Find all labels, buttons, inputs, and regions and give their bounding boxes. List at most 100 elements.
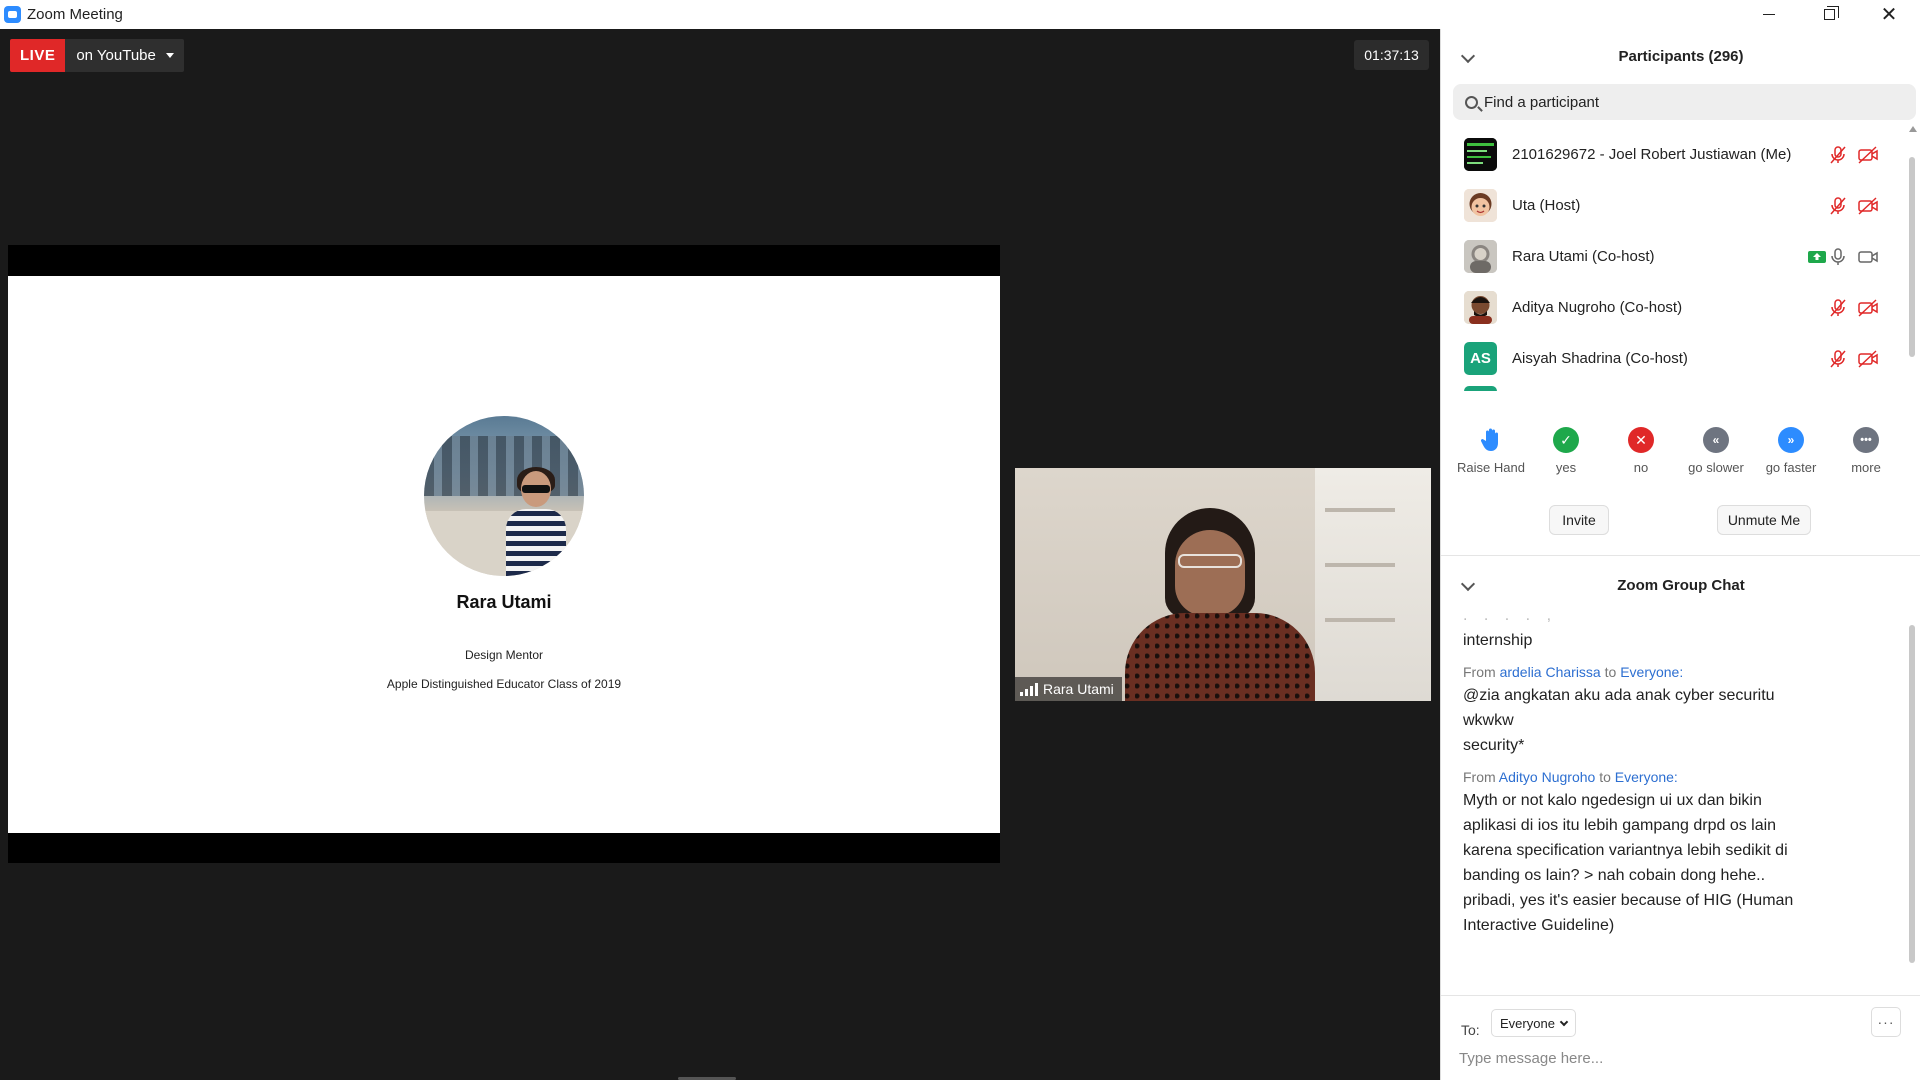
chat-messages: . . . . , internship From ardelia Charis… xyxy=(1463,611,1893,984)
reaction-label: go slower xyxy=(1688,460,1744,475)
avatar xyxy=(1464,138,1497,171)
compose-divider xyxy=(1441,995,1920,996)
message-sender: From ardelia Charissa to Everyone: xyxy=(1463,664,1684,680)
title-bar: Zoom Meeting xyxy=(0,0,1920,29)
avatar xyxy=(1464,386,1497,391)
video-participant-name: Rara Utami xyxy=(1043,681,1114,697)
video-on-icon[interactable] xyxy=(1857,247,1879,267)
meeting-timer: 01:37:13 xyxy=(1354,40,1429,70)
minimize-button[interactable] xyxy=(1740,0,1798,29)
mic-on-icon[interactable] xyxy=(1828,247,1848,267)
participant-name: Aditya Nugroho (Co-host) xyxy=(1512,299,1683,316)
raise-hand-icon xyxy=(1478,427,1504,453)
reactions-bar: Raise Hand ✓ yes ✕ no « go slower » go f… xyxy=(1441,427,1920,487)
side-panel: Participants (296) 2101629672 - Joel Rob… xyxy=(1440,29,1920,1080)
mic-muted-icon[interactable] xyxy=(1828,145,1848,165)
speaker-photo xyxy=(424,416,584,576)
message-sender: From Adityo Nugroho to Everyone: xyxy=(1463,769,1678,785)
close-button[interactable]: ✕ xyxy=(1860,0,1918,29)
x-icon: ✕ xyxy=(1628,427,1654,453)
message-line: internship xyxy=(1463,632,1533,649)
participant-name: Rara Utami (Co-host) xyxy=(1512,248,1655,265)
participant-name: Aisyah Shadrina (Co-host) xyxy=(1512,350,1688,367)
chat-more-button[interactable]: ··· xyxy=(1871,1007,1901,1037)
live-target-dropdown[interactable]: on YouTube xyxy=(65,39,184,72)
no-button[interactable]: ✕ no xyxy=(1603,427,1679,475)
message-line: pribadi, yes it's easier because of HIG … xyxy=(1463,892,1794,909)
chat-scrollbar[interactable] xyxy=(1908,611,1916,971)
avatar xyxy=(1464,189,1497,222)
chat-message-input[interactable] xyxy=(1459,1045,1899,1071)
avatar-initials: AS xyxy=(1464,342,1497,375)
participant-row[interactable]: Uta (Host) xyxy=(1441,180,1911,231)
minimize-icon xyxy=(1763,14,1775,15)
message-line: Myth or not kalo ngedesign ui ux dan bik… xyxy=(1463,792,1762,809)
reaction-label: no xyxy=(1633,460,1649,475)
raise-hand-button[interactable]: Raise Hand xyxy=(1453,427,1529,475)
sender-name[interactable]: ardelia Charissa xyxy=(1500,664,1601,680)
fast-forward-icon: » xyxy=(1778,427,1804,453)
slide-speaker-role: Design Mentor xyxy=(464,648,544,662)
participant-name: 2101629672 - Joel Robert Justiawan (Me) xyxy=(1512,146,1792,163)
participant-row[interactable]: AS Aisyah Shadrina (Co-host) xyxy=(1441,333,1911,384)
reaction-label: go faster xyxy=(1765,460,1817,475)
video-off-icon[interactable] xyxy=(1857,196,1879,216)
close-icon: ✕ xyxy=(1880,3,1898,26)
yes-button[interactable]: ✓ yes xyxy=(1528,427,1604,475)
message-line: Interactive Guideline) xyxy=(1463,917,1615,934)
video-stage: LIVE on YouTube 01:37:13 Rara Utami Desi… xyxy=(0,29,1440,1080)
slide-speaker-name: Rara Utami xyxy=(456,592,552,612)
more-reactions-button[interactable]: ••• more xyxy=(1828,427,1904,475)
go-slower-button[interactable]: « go slower xyxy=(1678,427,1754,475)
avatar xyxy=(1464,240,1497,273)
signal-strength-icon xyxy=(1020,682,1038,696)
recipient-dropdown[interactable]: Everyone xyxy=(1491,1009,1576,1037)
speaker-video-tile[interactable]: Rara Utami xyxy=(1015,468,1431,701)
participant-name: Uta (Host) xyxy=(1512,197,1581,214)
message-line: wkwkw xyxy=(1463,712,1514,729)
invite-button[interactable]: Invite xyxy=(1549,505,1609,535)
mic-muted-icon[interactable] xyxy=(1828,349,1848,369)
restore-button[interactable] xyxy=(1800,0,1858,29)
reaction-label: Raise Hand xyxy=(1457,460,1525,475)
live-badge: LIVE xyxy=(10,39,66,72)
unmute-me-button[interactable]: Unmute Me xyxy=(1717,505,1811,535)
search-icon xyxy=(1465,95,1478,109)
go-faster-button[interactable]: » go faster xyxy=(1753,427,1829,475)
video-off-icon[interactable] xyxy=(1857,349,1879,369)
message-line: banding os lain? > nah cobain dong hehe.… xyxy=(1463,867,1766,884)
participant-search-input[interactable] xyxy=(1484,93,1884,111)
reaction-label: more xyxy=(1851,460,1881,475)
live-target-label: on YouTube xyxy=(76,47,156,64)
message-line: karena specification variantnya lebih se… xyxy=(1463,842,1788,859)
mic-muted-icon[interactable] xyxy=(1828,196,1848,216)
screen-share-icon xyxy=(1808,250,1826,263)
recipient-name[interactable]: Everyone: xyxy=(1620,664,1683,680)
window-title: Zoom Meeting xyxy=(27,6,123,23)
avatar xyxy=(1464,291,1497,324)
participant-row[interactable]: Rara Utami (Co-host) xyxy=(1441,231,1911,282)
slide-speaker-award: Apple Distinguished Educator Class of 20… xyxy=(386,677,622,691)
check-icon: ✓ xyxy=(1553,427,1579,453)
participants-scrollbar[interactable] xyxy=(1908,129,1916,391)
recipient-value: Everyone xyxy=(1500,1015,1555,1031)
clipped-message-line: . . . . , xyxy=(1463,611,1558,624)
participant-row[interactable]: 2101629672 - Joel Robert Justiawan (Me) xyxy=(1441,129,1911,180)
restore-icon xyxy=(1823,6,1839,20)
caret-down-icon xyxy=(165,53,174,58)
participant-search[interactable] xyxy=(1453,84,1916,120)
sender-name[interactable]: Adityo Nugroho xyxy=(1499,769,1596,785)
shared-slide: Rara Utami Design Mentor Apple Distingui… xyxy=(8,276,1000,833)
video-off-icon[interactable] xyxy=(1857,298,1879,318)
participant-row[interactable]: Aditya Nugroho (Co-host) xyxy=(1441,282,1911,333)
chat-header: Zoom Group Chat xyxy=(1617,577,1745,594)
live-stream-indicator[interactable]: LIVE on YouTube xyxy=(10,39,184,72)
participants-header: Participants (296) xyxy=(1618,48,1744,65)
recipient-name[interactable]: Everyone: xyxy=(1615,769,1678,785)
zoom-app-icon xyxy=(4,6,21,23)
reaction-label: yes xyxy=(1555,460,1577,475)
mic-muted-icon[interactable] xyxy=(1828,298,1848,318)
message-line: aplikasi di ios itu lebih gampang drpd o… xyxy=(1463,817,1777,834)
video-off-icon[interactable] xyxy=(1857,145,1879,165)
message-line: @zia angkatan aku ada anak cyber securit… xyxy=(1463,687,1775,704)
